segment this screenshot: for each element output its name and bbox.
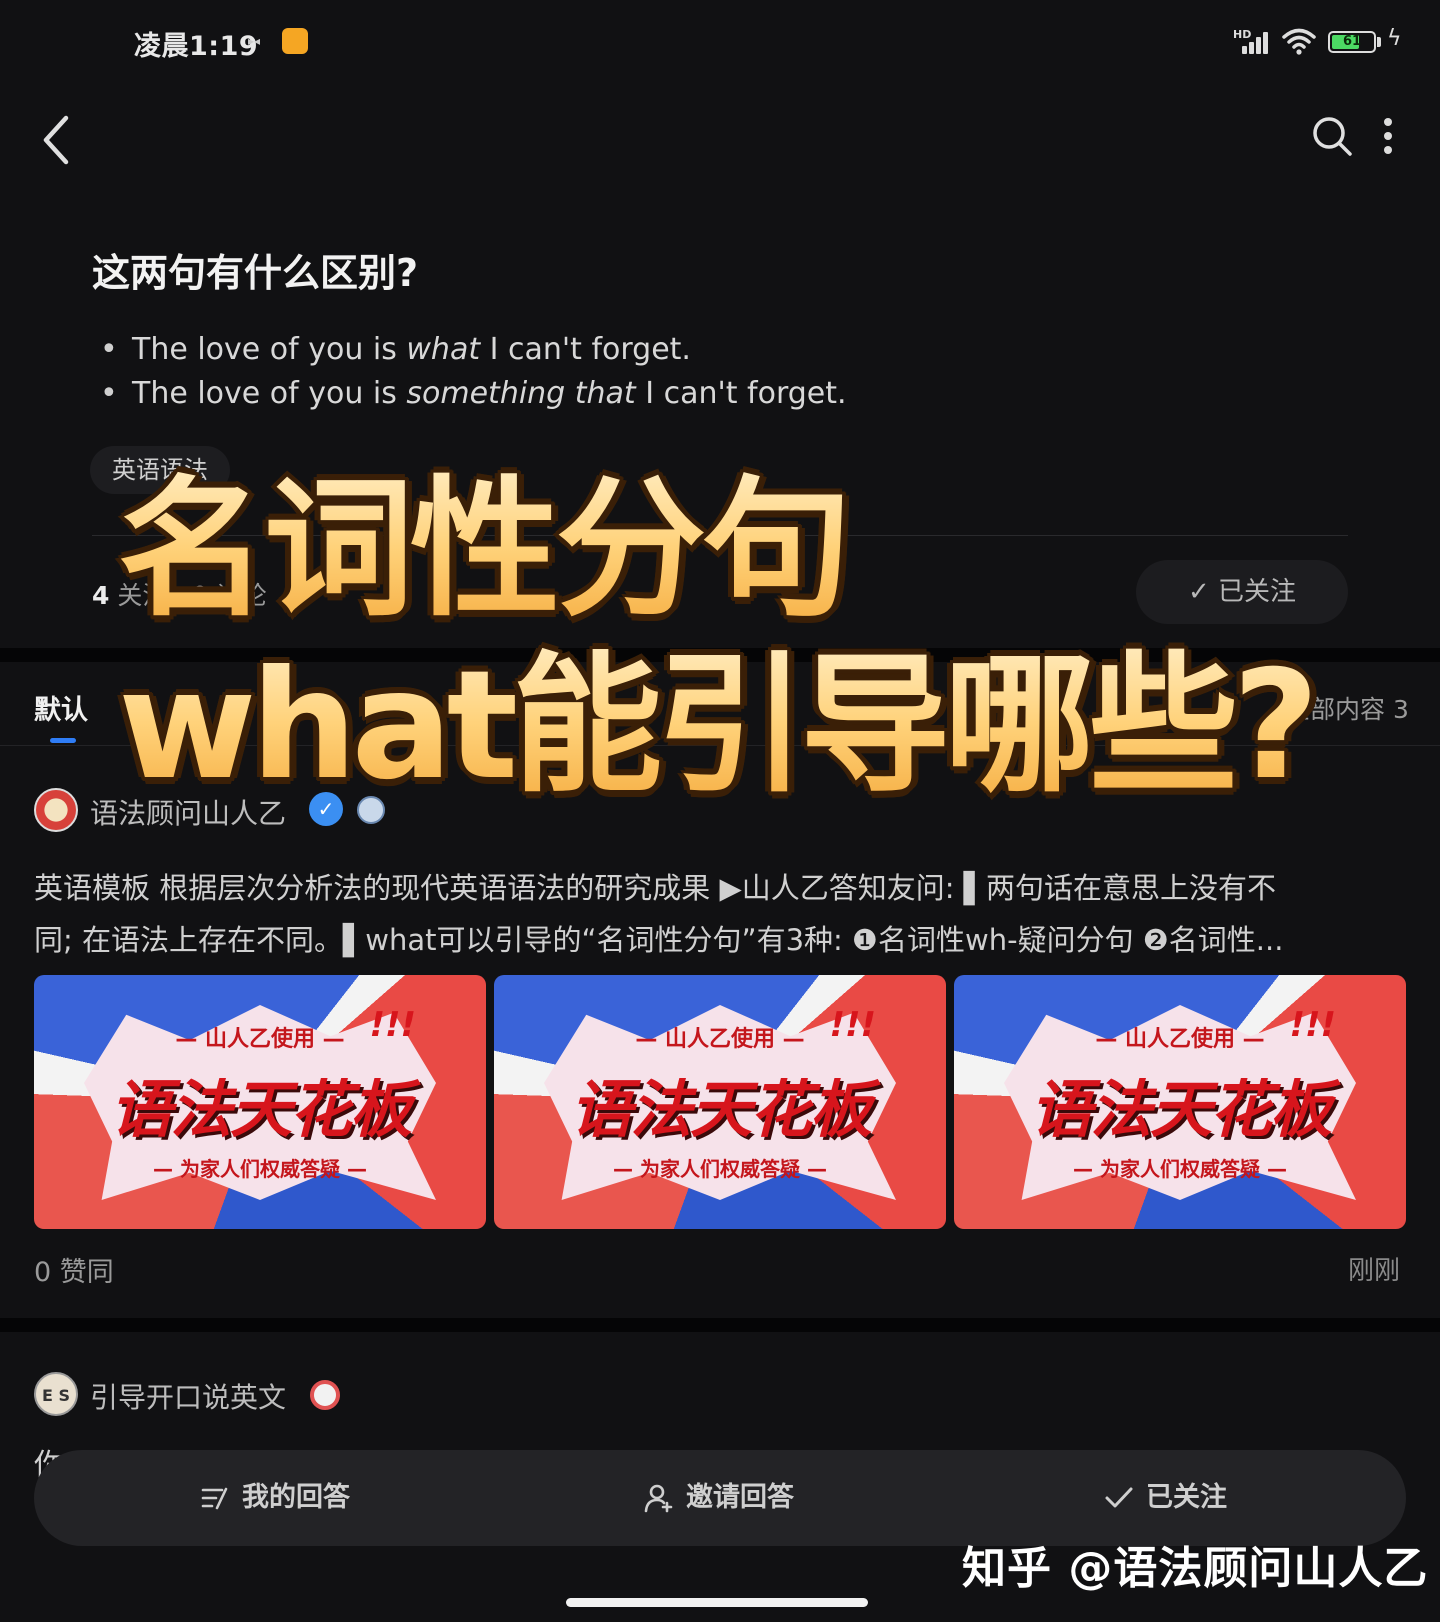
question-sentence-2: The love of you is something that I can'… xyxy=(100,372,847,416)
question-sentence-1: The love of you is what I can't forget. xyxy=(100,328,847,372)
back-icon[interactable] xyxy=(38,112,78,168)
question-title: 这两句有什么区别? xyxy=(92,251,419,295)
home-indicator[interactable] xyxy=(566,1598,868,1607)
answer-thumbnail[interactable]: — 山人乙使用 — 语法天花板 — 为家人们权威答疑 — !!! xyxy=(954,975,1406,1229)
thumbnail-caption: — 山人乙使用 — xyxy=(1095,1027,1265,1052)
thumbnail-caption: — 山人乙使用 — xyxy=(175,1027,345,1052)
answer-excerpt[interactable]: 英语模板 根据层次分析法的现代英语语法的研究成果 ▶山人乙答知友问: ▌两句话在… xyxy=(34,862,1408,966)
thumbnail-exclamation: !!! xyxy=(829,1005,876,1045)
sentence-text: The love of you is xyxy=(132,376,407,411)
wifi-icon xyxy=(1282,28,1316,55)
thumbnail-title: 语法天花板 xyxy=(1029,1073,1332,1146)
follow-button-label: 已关注 xyxy=(1218,577,1297,607)
sentence-emphasis: something that xyxy=(406,376,636,411)
watermark: 知乎 @语法顾问山人乙 xyxy=(962,1543,1429,1594)
followed-label: 已关注 xyxy=(1146,1482,1227,1513)
answer-thumbnail[interactable]: — 山人乙使用 — 语法天花板 — 为家人们权威答疑 — !!! xyxy=(494,975,946,1229)
invite-answer-button[interactable]: 邀请回答 xyxy=(644,1474,794,1522)
sentence-text: I can't forget. xyxy=(635,376,847,411)
answer-author[interactable]: 引导开口说英文 xyxy=(90,1376,286,1416)
network-speed-icon: ▸◂ xyxy=(248,34,261,48)
thumbnail-exclamation: !!! xyxy=(369,1005,416,1045)
thumbnail-title: 语法天花板 xyxy=(569,1073,872,1146)
thumbnail-title: 语法天花板 xyxy=(109,1073,412,1146)
sentence-emphasis: what xyxy=(406,332,481,367)
thumbnail-exclamation: !!! xyxy=(1289,1005,1336,1045)
signal-icon xyxy=(1238,28,1274,54)
follow-count: 4 xyxy=(92,581,110,610)
thumbnail-caption: — 山人乙使用 — xyxy=(635,1027,805,1052)
invite-answer-label: 邀请回答 xyxy=(686,1482,794,1513)
answer-thumbnail[interactable]: — 山人乙使用 — 语法天花板 — 为家人们权威答疑 — !!! xyxy=(34,975,486,1229)
tab-active-indicator xyxy=(50,738,76,743)
my-answer-label: 我的回答 xyxy=(242,1482,350,1513)
notification-app-icon xyxy=(282,28,308,54)
charging-icon: ϟ xyxy=(1387,26,1402,51)
check-icon: ✓ xyxy=(1187,577,1219,607)
excerpt-line: 英语模板 根据层次分析法的现代英语语法的研究成果 ▶山人乙答知友问: ▌两句话在… xyxy=(34,871,1277,905)
battery-tip xyxy=(1377,37,1381,47)
like-count[interactable]: 0 赞同 xyxy=(34,1250,114,1289)
answer-time: 刚刚 xyxy=(1348,1256,1401,1286)
thumbnail-subtitle: — 为家人们权威答疑 — xyxy=(153,1157,367,1181)
sentence-text: The love of you is xyxy=(132,332,407,367)
section-separator xyxy=(0,1318,1440,1332)
check-icon xyxy=(1105,1487,1133,1508)
question-body: The love of you is what I can't forget. … xyxy=(100,328,847,416)
creator-badge-icon xyxy=(310,1380,340,1410)
tab-default[interactable]: 默认 xyxy=(34,688,88,727)
avatar[interactable]: E S xyxy=(34,1372,78,1416)
followed-button[interactable]: 已关注 xyxy=(1104,1474,1227,1522)
my-answer-button[interactable]: 我的回答 xyxy=(200,1474,350,1522)
more-vertical-icon[interactable] xyxy=(1380,114,1396,158)
thumbnail-subtitle: — 为家人们权威答疑 — xyxy=(613,1157,827,1181)
invite-user-icon xyxy=(644,1484,673,1513)
overlay-title-line-2: what能引导哪些? xyxy=(118,604,1319,821)
battery-icon: 61 xyxy=(1328,31,1376,53)
thumbnail-subtitle: — 为家人们权威答疑 — xyxy=(1073,1157,1287,1181)
sentence-text: I can't forget. xyxy=(480,332,691,367)
status-time: 凌晨1:19 xyxy=(134,31,259,62)
excerpt-line: 同; 在语法上存在不同。▌what可以引导的“名词性分句”有3种: ❶名词性wh… xyxy=(34,923,1284,957)
search-icon[interactable] xyxy=(1310,114,1354,158)
battery-level: 61 xyxy=(1342,34,1362,49)
write-answer-icon xyxy=(201,1487,228,1510)
avatar[interactable] xyxy=(34,788,78,832)
